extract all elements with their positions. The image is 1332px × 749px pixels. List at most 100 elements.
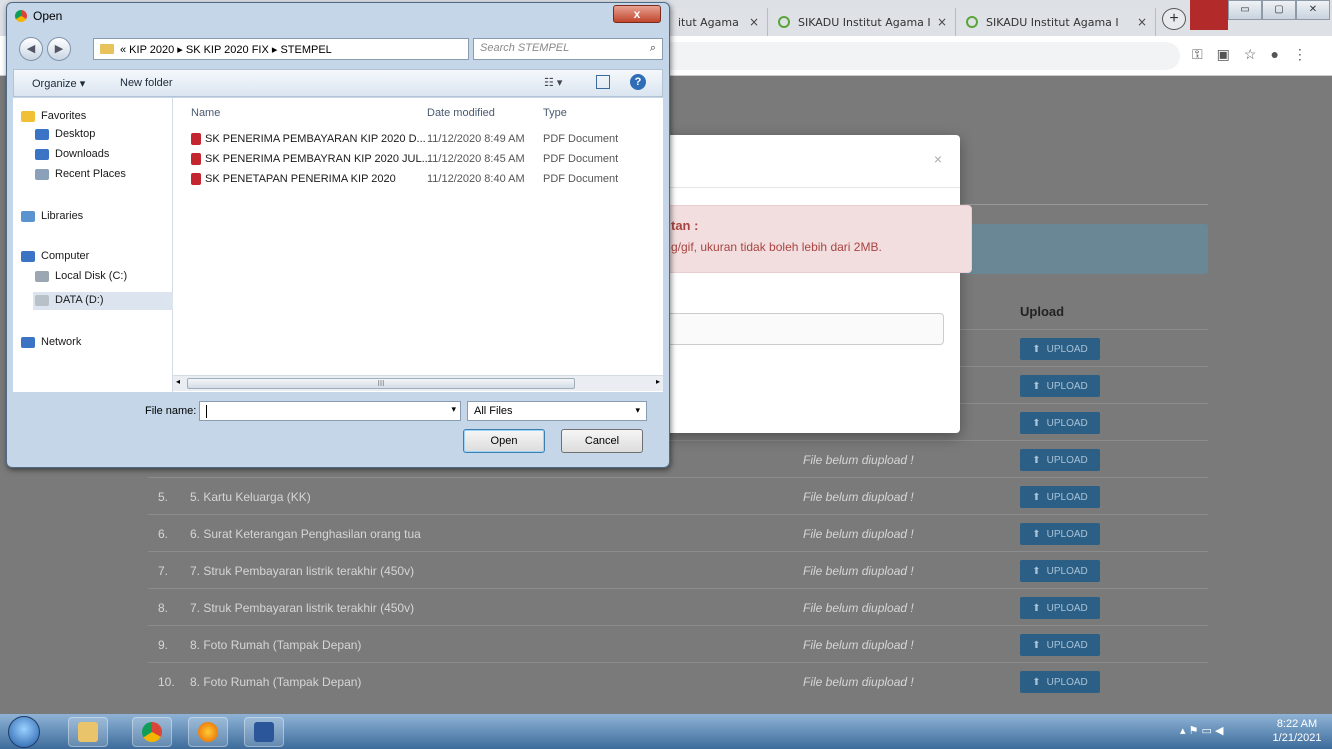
path-bar[interactable]: « KIP 2020 ▸ SK KIP 2020 FIX ▸ STEMPEL [93, 38, 469, 60]
scroll-right-icon[interactable]: ▸ [656, 377, 660, 386]
start-button[interactable] [8, 716, 40, 748]
upload-button[interactable]: ⬆ UPLOAD [1020, 412, 1100, 434]
row-document: 6. Surat Keterangan Penghasilan orang tu… [190, 527, 421, 541]
organize-button[interactable]: Organize ▾ [32, 77, 85, 90]
tray-icons[interactable]: ▴ ⚑ ▭ ◀ [1180, 724, 1223, 737]
taskbar-chrome[interactable] [132, 717, 172, 747]
new-tab-button[interactable]: + [1162, 8, 1186, 30]
upload-icon: ⬆ [1032, 491, 1041, 503]
folder-icon [78, 722, 98, 742]
key-icon[interactable]: ⚿ [1192, 46, 1203, 63]
row-status: File belum diupload ! [803, 675, 914, 689]
file-field[interactable] [630, 313, 944, 345]
nav-item-local-disk[interactable]: Local Disk (C:) [35, 270, 127, 282]
help-icon[interactable]: ? [630, 74, 646, 90]
nav-label: Favorites [41, 110, 87, 122]
upload-label: UPLOAD [1046, 417, 1088, 429]
upload-button[interactable]: ⬆ UPLOAD [1020, 671, 1100, 693]
preview-pane-icon[interactable] [596, 75, 610, 89]
dialog-navbar: ◀ ▶ « KIP 2020 ▸ SK KIP 2020 FIX ▸ STEMP… [13, 35, 663, 63]
taskbar-firefox[interactable] [188, 717, 228, 747]
upload-button[interactable]: ⬆ UPLOAD [1020, 523, 1100, 545]
browser-tab[interactable]: SIKADU Institut Agama I × [770, 8, 956, 36]
dialog-close-button[interactable]: x [613, 5, 661, 23]
upload-button[interactable]: ⬆ UPLOAD [1020, 486, 1100, 508]
tab-label: SIKADU Institut Agama I [986, 15, 1119, 29]
browser-tab[interactable]: SIKADU Institut Agama I × [958, 8, 1156, 36]
upload-button[interactable]: ⬆ UPLOAD [1020, 338, 1100, 360]
file-date: 11/12/2020 8:49 AM [427, 133, 525, 145]
column-header-type[interactable]: Type [543, 107, 567, 119]
word-icon [254, 722, 274, 742]
maximize-button[interactable]: ▢ [1262, 0, 1296, 20]
nav-label: Recent Places [55, 168, 126, 180]
table-row: 9. 8. Foto Rumah (Tampak Depan) File bel… [148, 625, 1208, 662]
table-row: 5. 5. Kartu Keluarga (KK) File belum diu… [148, 477, 1208, 514]
browser-tab[interactable]: itut Agama I × [670, 8, 768, 36]
row-number: 9. [158, 638, 169, 652]
file-list: Name Date modified Type SK PENERIMA PEMB… [173, 98, 663, 392]
translate-icon[interactable]: ▣ [1217, 46, 1230, 63]
nav-item-data-disk[interactable]: DATA (D:) [35, 294, 103, 306]
menu-icon[interactable]: ⋮ [1293, 46, 1307, 63]
forward-button[interactable]: ▶ [47, 37, 71, 61]
modal-close-button[interactable]: × [934, 151, 942, 167]
scroll-thumb[interactable]: III [187, 378, 575, 389]
upload-icon: ⬆ [1032, 639, 1041, 651]
file-type: PDF Document [543, 133, 619, 145]
dialog-title: Open [15, 9, 62, 23]
open-button[interactable]: Open [463, 429, 545, 453]
table-row: 6. 6. Surat Keterangan Penghasilan orang… [148, 514, 1208, 551]
scroll-left-icon[interactable]: ◂ [176, 377, 180, 386]
file-type-select[interactable]: All Files ▾ [467, 401, 647, 421]
close-icon[interactable]: × [749, 15, 759, 29]
nav-label: Network [41, 336, 82, 348]
horizontal-scrollbar[interactable]: ◂ III ▸ [173, 375, 663, 391]
taskbar-word[interactable] [244, 717, 284, 747]
nav-item-desktop[interactable]: Desktop [35, 128, 95, 140]
system-tray: ▴ ⚑ ▭ ◀ [1180, 724, 1223, 737]
upload-button[interactable]: ⬆ UPLOAD [1020, 560, 1100, 582]
file-name-input[interactable]: ▾ [199, 401, 461, 421]
column-header-name[interactable]: Name [191, 107, 220, 119]
clock[interactable]: 8:22 AM 1/21/2021 [1270, 717, 1324, 745]
close-icon[interactable]: × [1137, 15, 1147, 29]
nav-label: DATA (D:) [55, 294, 104, 306]
file-type: PDF Document [543, 173, 619, 185]
close-window-button[interactable]: ✕ [1296, 0, 1330, 20]
upload-label: UPLOAD [1046, 565, 1088, 577]
file-row[interactable]: SK PENETAPAN PENERIMA KIP 2020 11/12/202… [191, 169, 661, 189]
upload-label: UPLOAD [1046, 602, 1088, 614]
minimize-button[interactable]: ▭ [1228, 0, 1262, 20]
column-header-date[interactable]: Date modified [427, 107, 495, 119]
file-date: 11/12/2020 8:45 AM [427, 153, 525, 165]
upload-button[interactable]: ⬆ UPLOAD [1020, 597, 1100, 619]
nav-item-computer[interactable]: Computer [21, 250, 89, 262]
favicon-icon [966, 16, 978, 28]
star-icon[interactable]: ☆ [1244, 46, 1257, 63]
nav-item-network[interactable]: Network [21, 336, 81, 348]
account-icon[interactable]: ● [1270, 46, 1278, 63]
upload-button[interactable]: ⬆ UPLOAD [1020, 634, 1100, 656]
close-icon[interactable]: × [937, 15, 947, 29]
upload-icon: ⬆ [1032, 454, 1041, 466]
cancel-button[interactable]: Cancel [561, 429, 643, 453]
pdf-icon [191, 173, 201, 185]
file-row[interactable]: SK PENERIMA PEMBAYARAN KIP 2020 D... 11/… [191, 129, 661, 149]
file-row[interactable]: SK PENERIMA PEMBAYRAN KIP 2020 JUL... 11… [191, 149, 661, 169]
back-button[interactable]: ◀ [19, 37, 43, 61]
new-folder-button[interactable]: New folder [120, 77, 173, 89]
upload-button[interactable]: ⬆ UPLOAD [1020, 375, 1100, 397]
views-icon[interactable]: ☷ ▾ [544, 76, 562, 89]
nav-item-recent-places[interactable]: Recent Places [35, 168, 126, 180]
downloads-icon [35, 148, 49, 160]
upload-button[interactable]: ⬆ UPLOAD [1020, 449, 1100, 471]
nav-item-libraries[interactable]: Libraries [21, 210, 83, 222]
upload-label: UPLOAD [1046, 343, 1088, 355]
nav-item-favorites[interactable]: Favorites [21, 110, 86, 122]
nav-item-downloads[interactable]: Downloads [35, 148, 109, 160]
search-input[interactable]: Search STEMPEL ⌕ [473, 38, 663, 60]
taskbar-explorer[interactable] [68, 717, 108, 747]
upload-icon: ⬆ [1032, 528, 1041, 540]
chevron-down-icon[interactable]: ▾ [451, 404, 456, 415]
